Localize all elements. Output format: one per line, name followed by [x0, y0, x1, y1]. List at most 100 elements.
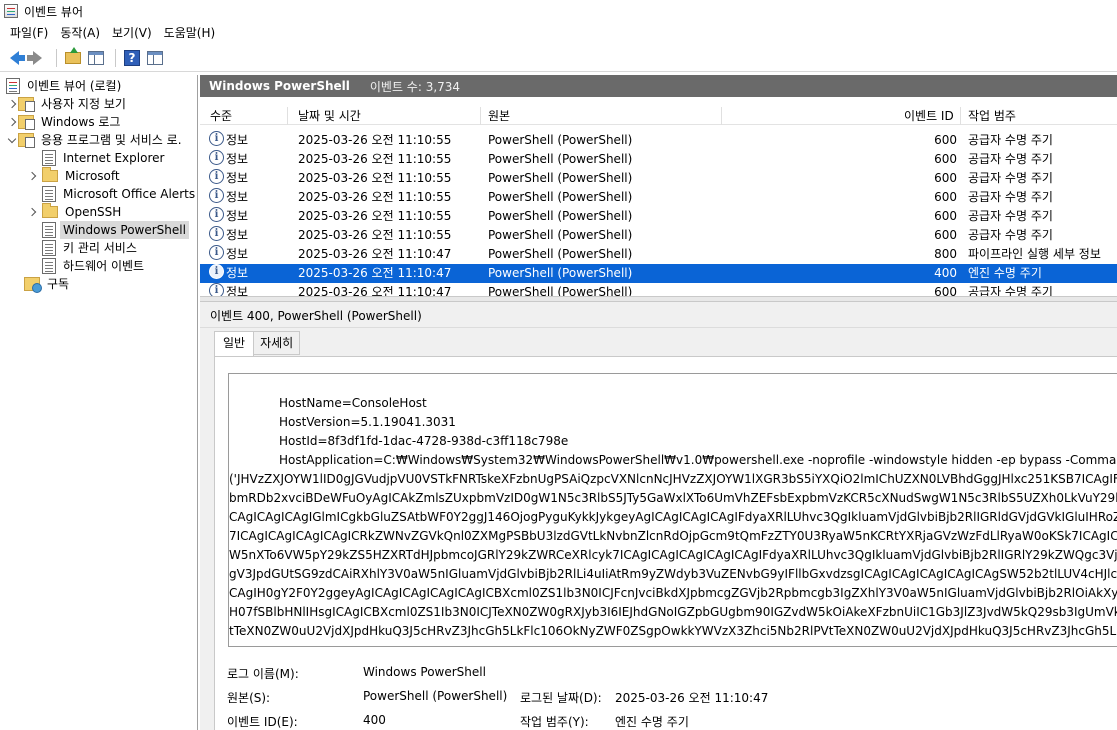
toolbar: ?: [0, 44, 1117, 72]
row-task: 공급자 수명 주기: [968, 228, 1053, 242]
tree-item-subscriptions[interactable]: 구독: [24, 275, 72, 293]
column-divider[interactable]: [960, 107, 961, 125]
row-level: 정보: [226, 152, 249, 166]
log-name-label: 로그 이름(M):: [227, 667, 299, 681]
task-category-value: 엔진 수명 주기: [615, 715, 689, 729]
menu-action[interactable]: 동작(A): [54, 23, 106, 43]
help-button[interactable]: ?: [122, 48, 142, 68]
tree-item-openssh[interactable]: OpenSSH: [26, 203, 124, 221]
table-row[interactable]: i 정보 2025-03-26 오전 11:10:55 PowerShell (Pow…: [200, 188, 1117, 207]
chevron-right-icon[interactable]: [6, 113, 18, 131]
description-line: HostApplication=C:₩Windows₩System32₩Wind…: [279, 453, 1117, 467]
logged-date-label: 로그된 날짜(D):: [520, 691, 602, 705]
column-header-source[interactable]: 원본: [488, 107, 510, 124]
chevron-right-icon[interactable]: [6, 95, 18, 113]
row-level: 정보: [226, 171, 249, 185]
row-source: PowerShell (PowerShell): [488, 190, 633, 204]
tree-item-app-service-logs[interactable]: 응용 프로그램 및 서비스 로.: [6, 131, 185, 149]
app-service-logs-folder-icon: [18, 133, 35, 148]
table-row[interactable]: i 정보 2025-03-26 오전 11:10:55 PowerShell (Pow…: [200, 169, 1117, 188]
chevron-right-icon[interactable]: [26, 203, 38, 221]
up-one-level-button[interactable]: [63, 46, 83, 68]
row-level: 정보: [226, 285, 249, 296]
column-divider[interactable]: [287, 107, 288, 125]
tree-item-hardware-events[interactable]: 하드웨어 이벤트: [42, 257, 147, 275]
table-row[interactable]: i 정보 2025-03-26 오전 11:10:47 PowerShell (Pow…: [200, 283, 1117, 296]
divider: [200, 327, 1117, 328]
table-row[interactable]: i 정보 2025-03-26 오전 11:10:55 PowerShell (Pow…: [200, 226, 1117, 245]
row-date: 2025-03-26 오전 11:10:55: [298, 152, 452, 166]
information-icon: i: [209, 150, 224, 165]
tree-item-custom-views[interactable]: 사용자 지정 보기: [6, 95, 129, 113]
row-level: 정보: [226, 190, 249, 204]
information-icon: i: [209, 169, 224, 184]
chevron-right-icon[interactable]: [26, 167, 38, 185]
menu-bar: 파일(F) 동작(A) 보기(V) 도움말(H): [0, 22, 1117, 44]
column-header-date[interactable]: 날짜 및 시간: [298, 107, 361, 124]
information-icon: i: [209, 245, 224, 260]
tree-item-label: 키 관리 서비스: [63, 241, 137, 255]
forward-button[interactable]: [26, 48, 47, 68]
tree-item-microsoft[interactable]: Microsoft: [26, 167, 123, 185]
description-line: tTeXN0ZW0uU2VjdXJpdHkuQ3J5cHRvZ3JhcGh5Lk…: [229, 624, 1117, 638]
column-divider[interactable]: [480, 107, 481, 125]
row-date: 2025-03-26 오전 11:10:55: [298, 228, 452, 242]
tree-item-root[interactable]: 이벤트 뷰어 (로컬): [6, 77, 124, 95]
show-hide-console-tree-icon: [88, 50, 104, 65]
tree-item-label: 하드웨어 이벤트: [63, 259, 145, 273]
column-header-event-id[interactable]: 이벤트 ID: [904, 107, 954, 124]
description-line: bmRDb2xvciBDeWFuOyAgICAkZmlsZUxpbmVzID0g…: [229, 491, 1117, 505]
column-header-level[interactable]: 수준: [210, 107, 232, 124]
show-hide-action-pane-button[interactable]: [145, 48, 165, 68]
tree-item-label: Internet Explorer: [63, 151, 165, 165]
row-level: 정보: [226, 133, 249, 147]
description-line: gV3JpdGUtSG9zdCAiRXhlY3V0aW5nIGluamVjdGl…: [229, 567, 1117, 581]
column-header-task[interactable]: 작업 범주: [968, 107, 1016, 124]
row-task: 공급자 수명 주기: [968, 285, 1053, 296]
chevron-down-icon[interactable]: [6, 131, 18, 149]
tab-general[interactable]: 일반: [214, 331, 255, 357]
table-row[interactable]: i 정보 2025-03-26 오전 11:10:47 PowerShell (Pow…: [200, 245, 1117, 264]
description-line: 7ICAgICAgICAgICAgICRkZWNvZGVkQnl0ZXMgPSB…: [229, 529, 1117, 543]
log-name: Windows PowerShell: [209, 79, 350, 93]
tree-item-key-management-service[interactable]: 키 관리 서비스: [42, 239, 140, 257]
window-title: 이벤트 뷰어: [24, 4, 84, 19]
column-divider[interactable]: [721, 107, 722, 125]
description-line: H07fSBlbHNlIHsgICAgICBXcml0ZS1Ib3N0ICJTe…: [229, 605, 1117, 619]
description-line: HostVersion=5.1.19041.3031: [279, 415, 456, 429]
row-event-id: 600: [934, 171, 957, 185]
tree-item-microsoft-office-alerts[interactable]: Microsoft Office Alerts: [42, 185, 197, 203]
row-event-id: 800: [934, 247, 957, 261]
table-row[interactable]: i 정보 2025-03-26 오전 11:10:55 PowerShell (Pow…: [200, 207, 1117, 226]
show-hide-console-tree-button[interactable]: [86, 48, 106, 68]
tree-item-windows-logs[interactable]: Windows 로그: [6, 113, 123, 131]
tree-item-label: Windows 로그: [41, 115, 121, 129]
event-detail-pane: 이벤트 400, PowerShell (PowerShell) 일반 자세히 …: [200, 302, 1117, 730]
menu-file[interactable]: 파일(F): [4, 23, 54, 43]
log-name-value: Windows PowerShell: [363, 665, 486, 679]
log-icon: [42, 186, 56, 202]
description-line: W5nXTo6VW5pY29kZS5HZXRTdHJpbmcoJGRlY29kZ…: [229, 548, 1117, 562]
table-row[interactable]: i 정보 2025-03-26 오전 11:10:55 PowerShell (Pow…: [200, 150, 1117, 169]
back-button[interactable]: [4, 48, 25, 68]
information-icon: i: [209, 131, 224, 146]
subscriptions-icon: [24, 277, 42, 293]
tab-details[interactable]: 자세히: [253, 331, 301, 355]
row-level: 정보: [226, 247, 249, 261]
table-row[interactable]: i 정보 2025-03-26 오전 11:10:47 PowerShell (Pow…: [200, 264, 1117, 283]
tree-item-label: Microsoft: [65, 169, 120, 183]
event-viewer-icon: [6, 78, 20, 94]
tree-item-internet-explorer[interactable]: Internet Explorer: [42, 149, 167, 167]
tree-item-label: Microsoft Office Alerts: [63, 187, 196, 201]
menu-help[interactable]: 도움말(H): [158, 23, 222, 43]
table-row[interactable]: i 정보 2025-03-26 오전 11:10:55 PowerShell (Pow…: [200, 131, 1117, 150]
row-task: 파이프라인 실행 세부 정보: [968, 247, 1101, 261]
event-description-text[interactable]: HostName=ConsoleHost HostVersion=5.1.1904…: [228, 373, 1117, 647]
log-header: Windows PowerShell 이벤트 수: 3,734: [200, 75, 1117, 97]
folder-icon: [42, 167, 58, 182]
menu-view[interactable]: 보기(V): [106, 23, 158, 43]
tree-item-windows-powershell[interactable]: Windows PowerShell: [42, 221, 189, 239]
row-date: 2025-03-26 오전 11:10:55: [298, 190, 452, 204]
log-icon: [42, 222, 56, 238]
description-line: HostName=ConsoleHost: [279, 396, 427, 410]
